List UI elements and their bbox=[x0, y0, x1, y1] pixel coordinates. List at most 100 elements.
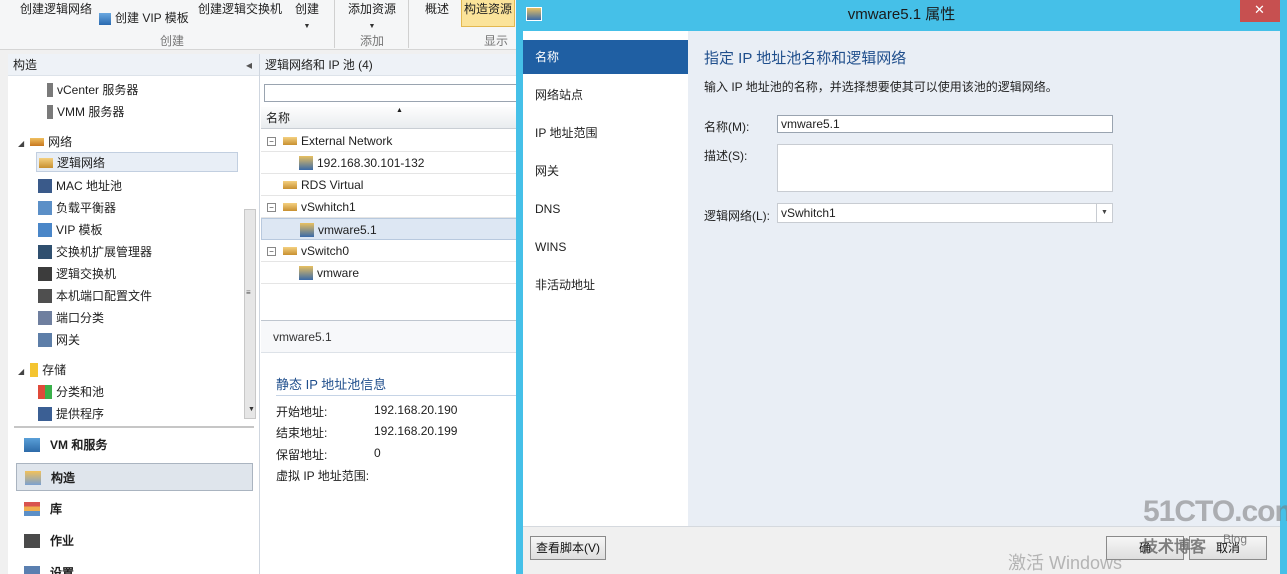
detail-heading: 静态 IP 地址池信息 bbox=[276, 374, 516, 396]
collapse-icon[interactable]: − bbox=[267, 137, 276, 146]
tree-item-mac-pools[interactable]: MAC 地址池 bbox=[38, 176, 122, 196]
logical-network-icon bbox=[283, 247, 297, 255]
tree-item-vcenter[interactable]: vCenter 服务器 bbox=[42, 80, 138, 100]
network-icon bbox=[30, 138, 45, 146]
reserved-address-value: 0 bbox=[374, 446, 381, 460]
name-field[interactable]: vmware5.1 bbox=[777, 115, 1113, 133]
nav-network-site[interactable]: 网络站点 bbox=[523, 78, 688, 112]
tree-item-load-balancers[interactable]: 负载平衡器 bbox=[38, 198, 116, 218]
workspace-vms-services[interactable]: VM 和服务 bbox=[16, 431, 253, 459]
switch-extension-icon bbox=[38, 245, 52, 259]
row-label: External Network bbox=[301, 134, 393, 148]
create-vip-template-button[interactable]: 创建 VIP 模板 bbox=[99, 9, 189, 26]
tree-scrollbar[interactable]: ≡ bbox=[244, 209, 256, 419]
list-title: 逻辑网络和 IP 池 (4) bbox=[260, 54, 517, 76]
logical-network-label: 逻辑网络(L): bbox=[704, 209, 771, 223]
pane-splitter[interactable] bbox=[14, 426, 254, 428]
chevron-down-icon: ▼ bbox=[303, 23, 311, 30]
tree-item-logical-networks[interactable]: 逻辑网络 bbox=[36, 152, 238, 172]
close-icon: ✕ bbox=[1254, 2, 1265, 17]
expand-arrow-icon: ◢ bbox=[18, 367, 25, 376]
column-header-name[interactable]: 名称 ▲ bbox=[261, 107, 517, 129]
list-row[interactable]: − vSwitch0 bbox=[261, 240, 517, 262]
name-label: 名称(M): bbox=[704, 120, 750, 134]
overview-button[interactable]: 概述 bbox=[425, 0, 449, 17]
tree-item-providers[interactable]: 提供程序 bbox=[38, 404, 104, 424]
close-button[interactable]: ✕ bbox=[1240, 0, 1280, 22]
description-field[interactable] bbox=[777, 144, 1113, 192]
activate-windows-watermark: 激活 Windows bbox=[1008, 553, 1123, 573]
fabric-icon bbox=[25, 471, 41, 485]
tree-item-port-profiles[interactable]: 本机端口配置文件 bbox=[38, 286, 152, 306]
scroll-down-icon[interactable]: ▼ bbox=[248, 406, 255, 413]
nav-wins[interactable]: WINS bbox=[523, 230, 688, 264]
tree-item-port-classifications[interactable]: 端口分类 bbox=[38, 308, 104, 328]
tree-item-label: 逻辑网络 bbox=[57, 156, 106, 170]
add-resources-button[interactable]: 添加资源 ▼ bbox=[348, 0, 396, 31]
ribbon-separator bbox=[408, 0, 409, 48]
nav-ip-range[interactable]: IP 地址范围 bbox=[523, 116, 688, 150]
nav-inactive-addresses[interactable]: 非活动地址 bbox=[523, 268, 688, 302]
nav-gateway[interactable]: 网关 bbox=[523, 154, 688, 188]
nav-name[interactable]: 名称 bbox=[523, 40, 688, 74]
expand-arrow-icon: ◢ bbox=[18, 139, 25, 148]
site-watermark: 51CTO.com bbox=[1143, 495, 1287, 528]
tree-item-vip-templates[interactable]: VIP 模板 bbox=[38, 220, 102, 240]
logical-network-select[interactable]: vSwhitch1 ▼ bbox=[777, 203, 1113, 223]
filter-input[interactable] bbox=[264, 84, 518, 102]
collapse-pane-icon[interactable]: ◂ bbox=[246, 54, 252, 76]
fabric-resources-button[interactable]: 构造资源 bbox=[461, 0, 515, 27]
logical-switch-icon bbox=[38, 267, 52, 281]
dialog-title: vmware5.1 属性 bbox=[847, 6, 956, 23]
workspace-settings[interactable]: 设置 bbox=[16, 559, 253, 574]
collapse-icon[interactable]: − bbox=[267, 203, 276, 212]
ribbon-separator bbox=[334, 0, 335, 48]
create-logical-switch-button[interactable]: 创建逻辑交换机 bbox=[198, 0, 282, 17]
create-vip-template-label: 创建 VIP 模板 bbox=[115, 11, 189, 25]
tree-item-label: MAC 地址池 bbox=[56, 179, 123, 193]
list-row[interactable]: − External Network bbox=[261, 130, 517, 152]
workspace-fabric[interactable]: 构造 bbox=[16, 463, 253, 491]
tree-item-storage[interactable]: ◢ 存储 bbox=[18, 360, 66, 380]
list-row[interactable]: − vSwhitch1 bbox=[261, 196, 517, 218]
blog-watermark: 技术博客 bbox=[1142, 539, 1207, 556]
list-row[interactable]: RDS Virtual bbox=[261, 174, 517, 196]
logical-network-icon bbox=[283, 203, 297, 211]
create-logical-network-button[interactable]: 创建逻辑网络 bbox=[20, 0, 92, 17]
tree-item-label: 提供程序 bbox=[56, 407, 105, 421]
settings-pane: 指定 IP 地址池名称和逻辑网络 输入 IP 地址池的名称，并选择想要使其可以使… bbox=[688, 31, 1280, 526]
tree-item-gateways[interactable]: 网关 bbox=[38, 330, 80, 350]
tree-item-networking[interactable]: ◢ 网络 bbox=[18, 132, 72, 152]
nav-dns[interactable]: DNS bbox=[523, 192, 688, 226]
list-row-selected[interactable]: vmware5.1 bbox=[261, 218, 517, 240]
logical-network-icon bbox=[283, 181, 297, 189]
tree-item-label: 负载平衡器 bbox=[56, 201, 117, 215]
mac-pool-icon bbox=[38, 179, 52, 193]
load-balancer-icon bbox=[38, 201, 52, 215]
ip-pool-icon bbox=[299, 156, 313, 170]
collapse-icon[interactable]: − bbox=[267, 247, 276, 256]
tree-item-classifications-pools[interactable]: 分类和池 bbox=[38, 382, 104, 402]
end-address-value: 192.168.20.199 bbox=[374, 424, 458, 438]
tree-item-vmm-server[interactable]: VMM 服务器 bbox=[42, 102, 124, 122]
tree-item-logical-switches[interactable]: 逻辑交换机 bbox=[38, 264, 116, 284]
chevron-down-icon[interactable]: ▼ bbox=[1096, 204, 1112, 222]
workspace-library[interactable]: 库 bbox=[16, 495, 253, 523]
workspace-jobs[interactable]: 作业 bbox=[16, 527, 253, 555]
list-row[interactable]: vmware bbox=[261, 262, 517, 284]
start-address-value: 192.168.20.190 bbox=[374, 403, 458, 417]
workspace-label: 设置 bbox=[50, 566, 75, 574]
settings-icon bbox=[24, 566, 40, 574]
end-address-label: 结束地址: bbox=[276, 426, 328, 440]
tree-item-label: vCenter 服务器 bbox=[57, 83, 139, 97]
group-add-label: 添加 bbox=[360, 34, 385, 48]
view-script-button[interactable]: 查看脚本(V) bbox=[530, 536, 606, 560]
storage-icon bbox=[30, 363, 39, 377]
gateway-icon bbox=[38, 333, 52, 347]
create-label: 创建 bbox=[295, 2, 320, 16]
list-row[interactable]: 192.168.30.101-132 bbox=[261, 152, 517, 174]
vip-range-label: 虚拟 IP 地址范围: bbox=[276, 469, 370, 483]
tree-item-switch-extension-managers[interactable]: 交换机扩展管理器 bbox=[38, 242, 152, 262]
section-heading: 指定 IP 地址池名称和逻辑网络 bbox=[704, 50, 907, 67]
create-dropdown-button[interactable]: 创建 ▼ bbox=[295, 0, 319, 31]
